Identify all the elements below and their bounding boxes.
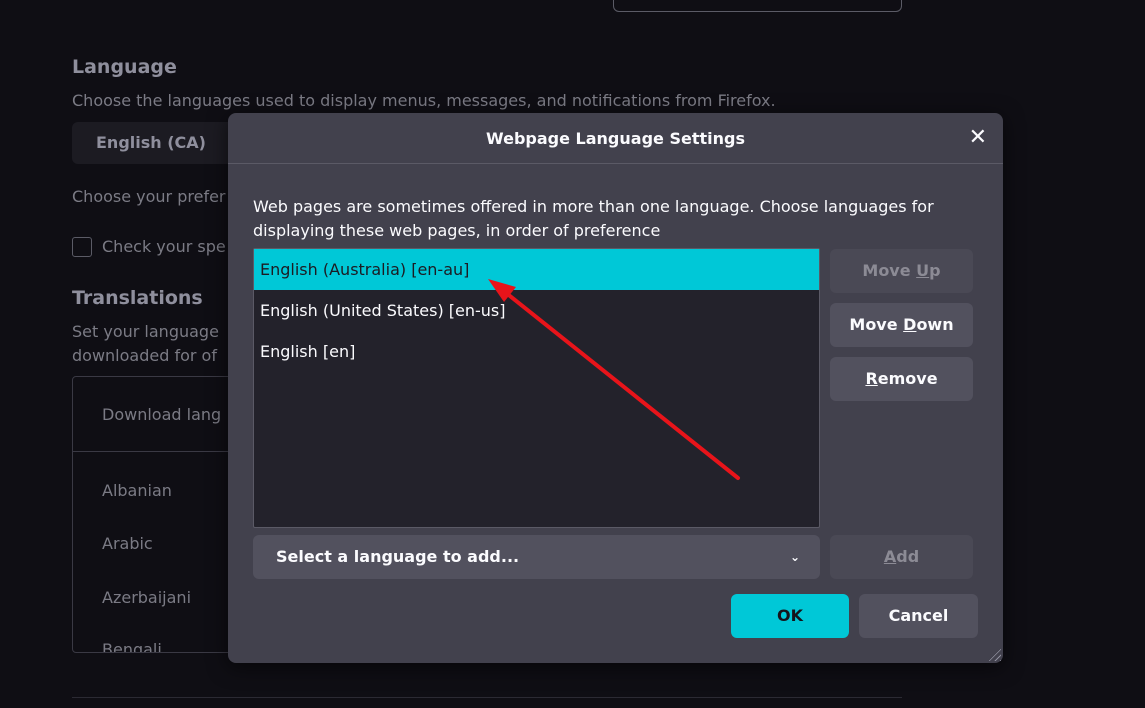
accesskey: A [883,547,897,566]
divider [72,697,902,698]
spell-check-checkbox[interactable] [72,237,92,257]
dialog-title: Webpage Language Settings [486,129,745,148]
remove-button[interactable]: Remove [830,357,973,401]
language-row[interactable]: Arabic [102,534,153,553]
language-row[interactable]: Bengali [102,640,162,652]
dialog-description: Web pages are sometimes offered in more … [253,197,934,240]
label: Move [862,261,917,280]
language-row[interactable]: Azerbaijani [102,588,191,607]
language-description: Choose the languages used to display men… [72,91,776,110]
ok-button[interactable]: OK [731,594,849,638]
close-icon[interactable]: ✕ [969,125,987,150]
select-placeholder: Select a language to add... [276,547,520,566]
translations-desc-2: downloaded for of [72,346,217,365]
resize-grip-icon[interactable] [987,647,1001,661]
language-heading: Language [72,56,177,78]
language-row[interactable]: Albanian [102,481,172,500]
label: own [916,315,954,334]
move-up-button[interactable]: Move Up [830,249,973,293]
label: p [929,261,941,280]
download-languages-label: Download lang [102,405,222,424]
webpage-language-dialog: Webpage Language Settings ✕ Web pages ar… [228,113,1003,663]
accesskey: R [865,369,878,388]
translations-heading: Translations [72,287,203,309]
move-down-button[interactable]: Move Down [830,303,973,347]
list-item[interactable]: English (United States) [en-us] [254,290,819,331]
label: dd [896,547,920,566]
label: emove [877,369,938,388]
cancel-button[interactable]: Cancel [859,594,978,638]
preferred-language-text: Choose your prefer [72,187,226,206]
spell-check-label: Check your spe [102,237,226,256]
language-list[interactable]: English (Australia) [en-au] English (Uni… [253,248,820,528]
list-item-selected[interactable]: English (Australia) [en-au] [254,249,819,290]
divider [228,163,1003,164]
accesskey: U [916,261,930,280]
search-field-partial[interactable] [613,0,902,12]
add-button[interactable]: Add [830,535,973,579]
language-add-select[interactable]: Select a language to add... ⌄ [253,535,820,579]
list-item[interactable]: English [en] [254,331,819,372]
accesskey: D [903,315,917,334]
chevron-down-icon: ⌄ [789,550,800,564]
translations-desc: Set your language [72,322,219,341]
label: Move [849,315,904,334]
